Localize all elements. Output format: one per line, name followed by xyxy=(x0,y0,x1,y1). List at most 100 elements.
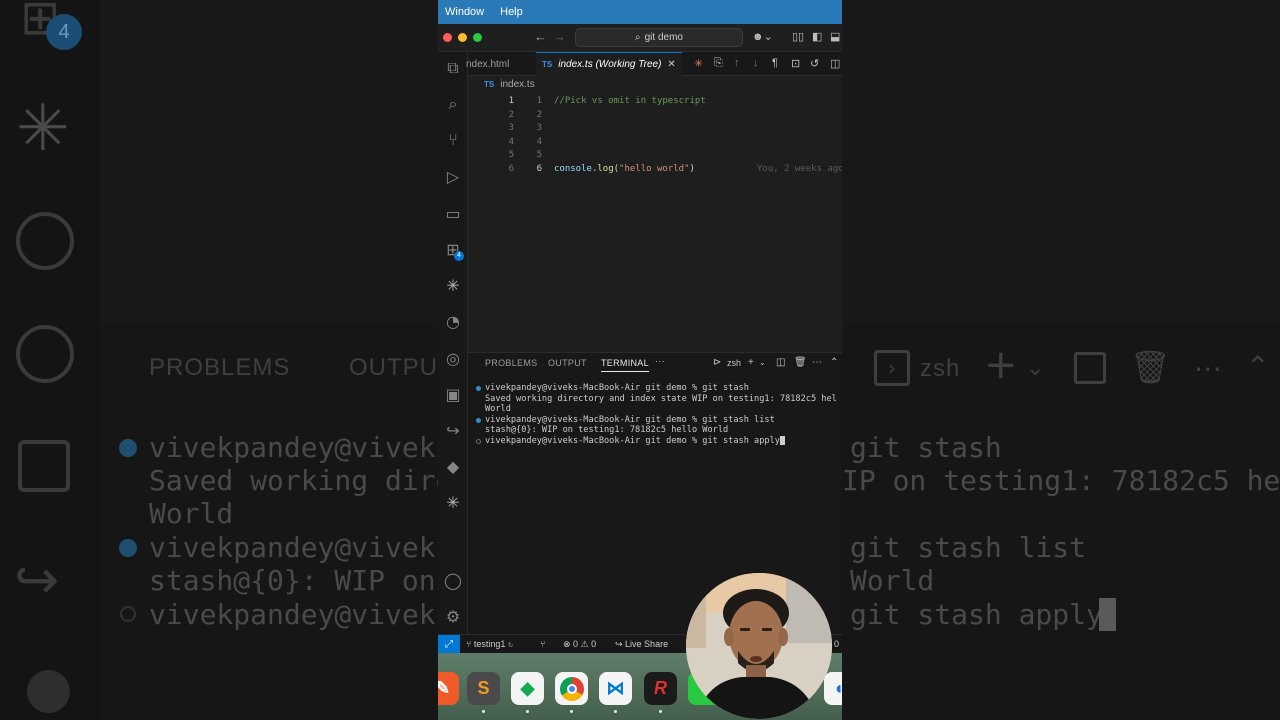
dock-app-sublime-icon[interactable]: S xyxy=(467,672,500,705)
tab-terminal[interactable]: TERMINAL xyxy=(601,358,649,372)
dock-app-redis-insight-icon[interactable]: R xyxy=(644,672,677,705)
split-terminal-icon[interactable]: ◫ xyxy=(776,357,785,368)
shell-name[interactable]: zsh xyxy=(727,358,741,368)
line-number: 1 xyxy=(508,96,514,106)
terminal-line: Saved working directory and index state … xyxy=(476,394,837,405)
branch-name: testing1 xyxy=(473,639,506,649)
source-control-icon[interactable]: ⑂ xyxy=(443,130,463,150)
line-number: 1 xyxy=(536,96,542,106)
split-editor-icon[interactable]: ◫ xyxy=(830,57,840,70)
title-bar: ← → ⌕ git demo ☻⌄ ▯▯ ◧ ⬓ xyxy=(438,24,842,52)
next-change-icon[interactable]: ↓ xyxy=(753,57,759,69)
code-editor[interactable]: 1 1 //Pick vs omit in typescript 2 2 3 3… xyxy=(468,92,842,344)
background-line: vivekpandey@viveks xyxy=(149,598,438,631)
terminal-icon-large: › xyxy=(874,350,910,386)
branch-status[interactable]: ⑂ testing1 ↻ xyxy=(466,639,513,649)
new-terminal-icon[interactable]: + xyxy=(748,357,754,368)
dock-app-chrome-icon[interactable] xyxy=(555,672,588,705)
code-line: //Pick vs omit in typescript xyxy=(554,96,706,106)
more-icon-large: ⋯ xyxy=(1194,352,1222,385)
chevron-down-icon-large: ⌄ xyxy=(1026,356,1045,381)
background-line: Saved working dire xyxy=(149,464,438,497)
dock-app-mongodb-compass-icon[interactable]: ◆ xyxy=(511,672,544,705)
background-line: vivekpandey@viveks xyxy=(149,431,438,464)
git-search-icon[interactable]: ◎ xyxy=(443,349,463,369)
tab-index-ts-working-tree[interactable]: TS index.ts (Working Tree) ✕ xyxy=(536,52,682,76)
menu-window[interactable]: Window xyxy=(445,6,484,18)
background-line: IP on testing1: 78182c5 hel xyxy=(842,464,1280,497)
background-line: World xyxy=(850,564,935,597)
toggle-sidebar-icon[interactable]: ◧ xyxy=(812,30,822,43)
background-line: git stash apply xyxy=(850,598,1103,631)
line-number: 3 xyxy=(536,123,542,133)
remote-indicator-icon[interactable]: ⤢ xyxy=(438,635,460,654)
open-file-icon[interactable]: ⎘ xyxy=(714,57,723,70)
background-editor-area xyxy=(842,0,1280,325)
background-right: › zsh + ⌄ 🗑 ⋯ ⌃ git stash IP on testing1… xyxy=(842,0,1280,720)
breadcrumb-file[interactable]: index.ts xyxy=(500,79,534,90)
trash-icon-large: 🗑 xyxy=(1130,348,1171,386)
git-graph-status-icon[interactable]: ⑂ xyxy=(540,639,545,649)
tab-label: ndex.html xyxy=(466,58,510,70)
mongodb-leaf-icon[interactable]: ◆ xyxy=(443,457,463,477)
sparkle-icon[interactable]: ✳ xyxy=(443,276,463,296)
revert-icon[interactable]: ↺ xyxy=(810,57,819,70)
share-icon-large: ↪ xyxy=(14,548,60,611)
terminal-line: World xyxy=(476,404,837,415)
forward-arrow-icon[interactable]: → xyxy=(553,29,566,44)
add-icon-large: + xyxy=(984,342,1018,388)
webcam-overlay xyxy=(686,573,832,719)
close-window-button[interactable] xyxy=(443,33,452,42)
line-number: 4 xyxy=(508,136,514,147)
terminal-text: Saved working directory and index state … xyxy=(485,393,837,404)
line-number: 6 xyxy=(508,163,514,174)
settings-gear-icon[interactable]: ⚙ xyxy=(443,607,463,627)
git-graph-icon-large xyxy=(16,212,74,270)
typescript-icon: TS xyxy=(542,60,553,69)
dock-app-vscode-icon[interactable]: ⋈ xyxy=(599,672,632,705)
problems-status[interactable]: ⊗ 0 ⚠ 0 xyxy=(563,639,596,650)
map-icon[interactable]: ⊡ xyxy=(791,57,800,70)
background-left: ⊞ 4 ✳ ↪ ● PROBLEMS OUTPU vivekpandey@viv… xyxy=(0,0,438,720)
command-center-search[interactable]: ⌕ git demo xyxy=(575,28,743,47)
back-arrow-icon[interactable]: ← xyxy=(534,29,547,44)
command-pending-dot xyxy=(476,438,481,444)
git-graph-icon[interactable]: ◔ xyxy=(443,312,463,332)
accounts-icon[interactable]: ◯ xyxy=(443,571,463,591)
background-cursor xyxy=(1099,598,1116,631)
toggle-panel-layout-icon[interactable]: ▯▯ xyxy=(792,30,804,43)
code-token-func: log xyxy=(597,163,614,174)
tab-problems[interactable]: PROBLEMS xyxy=(485,358,537,368)
whitespace-icon[interactable]: ¶ xyxy=(772,57,778,69)
chevron-down-icon[interactable]: ⌄ xyxy=(759,358,766,367)
background-line: git stash list xyxy=(850,531,1087,564)
live-share-label: Live Share xyxy=(625,639,669,649)
previous-change-icon[interactable]: ↑ xyxy=(734,57,740,69)
warning-count: 0 xyxy=(591,639,597,649)
package-icon[interactable]: ▣ xyxy=(443,385,463,405)
dock-app-partial-icon[interactable]: ◐ xyxy=(824,672,842,705)
live-share-status[interactable]: ↪ Live Share xyxy=(615,639,668,650)
panel-more-icon[interactable]: ··· xyxy=(655,356,665,366)
menu-help[interactable]: Help xyxy=(500,6,523,18)
toggle-bottom-panel-icon[interactable]: ⬓ xyxy=(830,30,840,43)
run-debug-icon[interactable]: ▷ xyxy=(443,167,463,187)
terminal-output[interactable]: vivekpandey@viveks-MacBook-Air git demo … xyxy=(476,383,837,446)
dock-app-postman-icon[interactable]: ✎ xyxy=(438,672,459,705)
remote-explorer-icon[interactable]: ▭ xyxy=(443,204,463,224)
more-actions-icon[interactable]: ⋯ xyxy=(812,357,822,368)
minimize-window-button[interactable] xyxy=(458,33,467,42)
line-number: 3 xyxy=(508,123,514,133)
copilot-icon[interactable]: ☻⌄ xyxy=(752,30,773,43)
maximize-panel-icon[interactable]: ⌃ xyxy=(830,357,838,368)
kill-terminal-icon[interactable]: 🗑 xyxy=(794,357,807,368)
live-share-icon[interactable]: ↪ xyxy=(443,421,463,441)
typescript-icon: TS xyxy=(484,80,495,89)
tab-output[interactable]: OUTPUT xyxy=(548,358,587,368)
leaf-icon-large: ● xyxy=(24,655,73,720)
close-tab-icon[interactable]: ✕ xyxy=(667,59,675,70)
search-icon[interactable]: ⌕ xyxy=(443,94,463,114)
maximize-window-button[interactable] xyxy=(473,33,482,42)
sparkle-action-icon[interactable]: ✳ xyxy=(694,57,703,70)
sparkle-icon[interactable]: ✳ xyxy=(443,493,463,513)
